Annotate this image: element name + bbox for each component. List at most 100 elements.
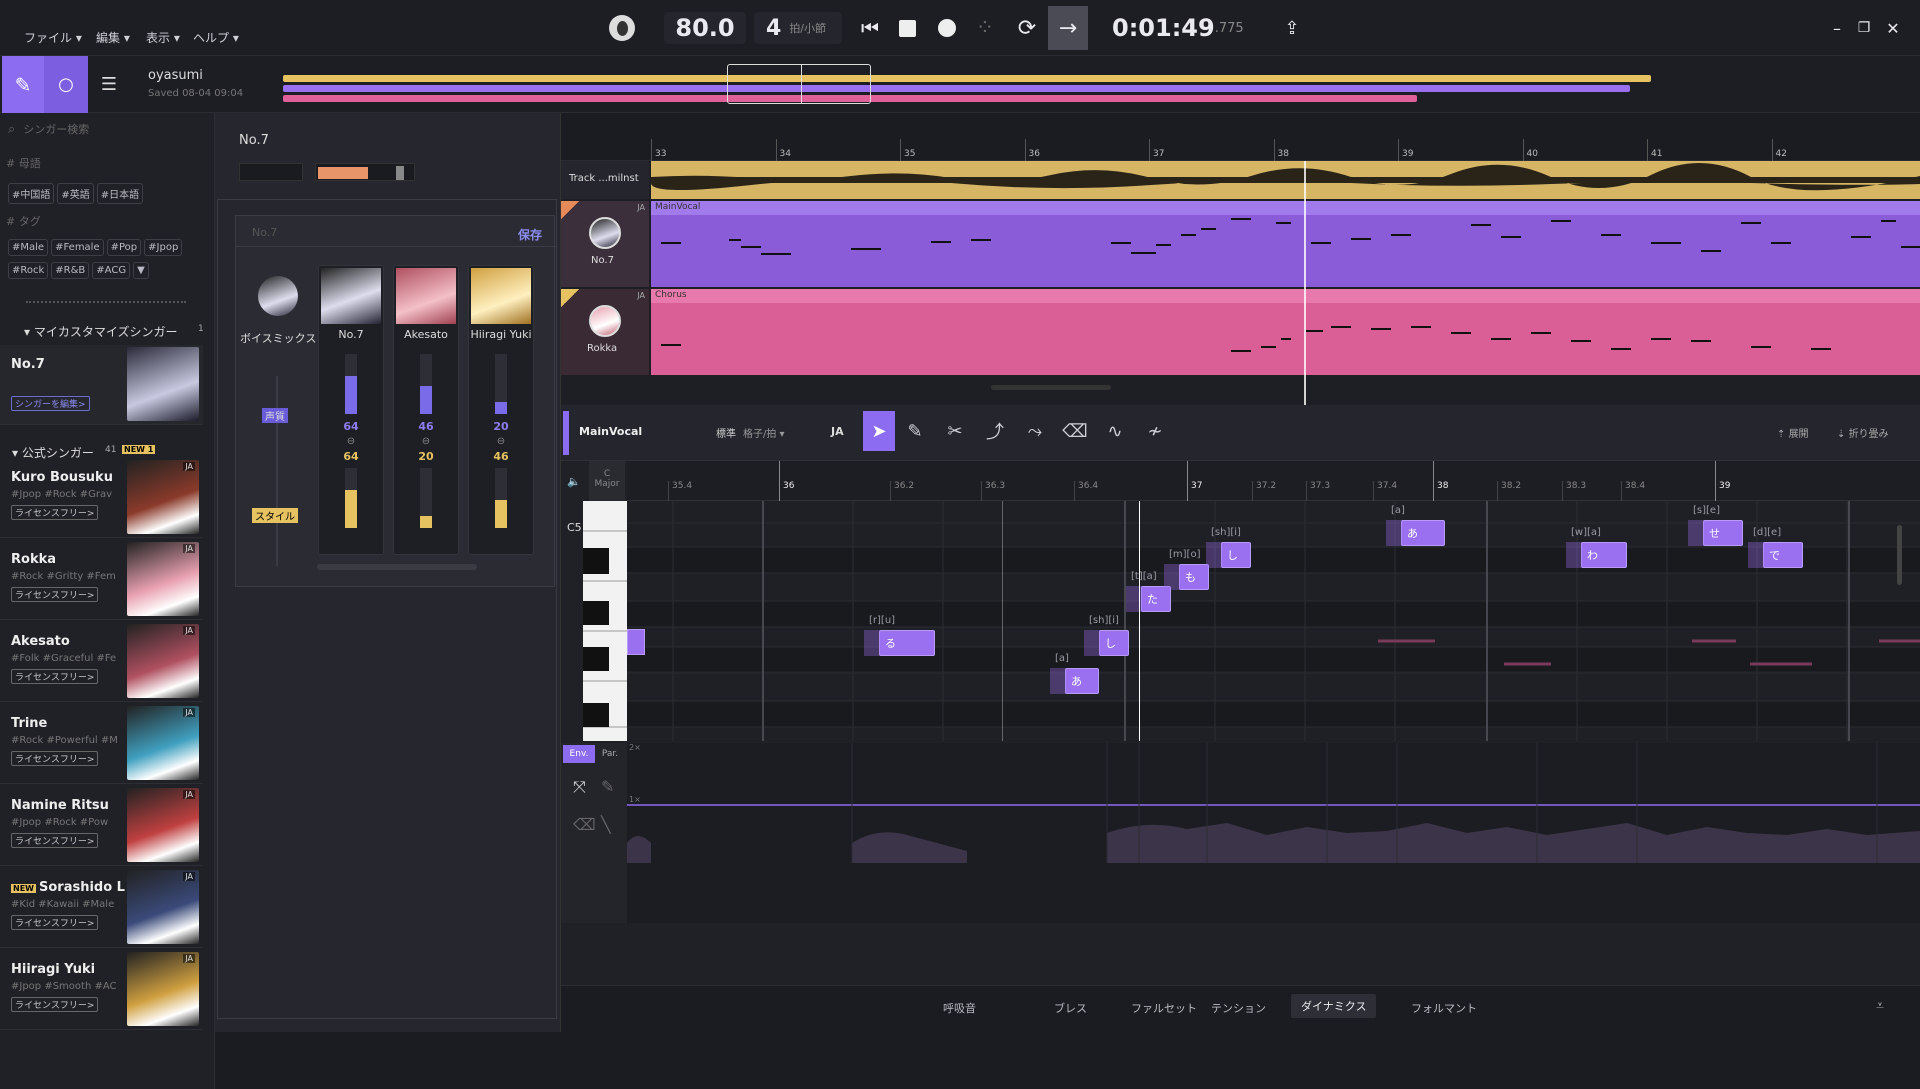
beat-ruler[interactable]: 35.4 36 36.2 36.3 36.4 37 37.2 37.3 37.4 38 38.2 38… [627,461,1920,501]
pencil-tool-icon[interactable]: ✎ [899,411,931,451]
lang-tag[interactable]: #中国語 [8,183,55,204]
tag-chip[interactable]: #Male [8,239,49,256]
custom-singer-item[interactable]: No.7 シンガーを編集> [0,345,203,425]
note[interactable]: し [1206,542,1251,568]
vibrato-icon[interactable]: ∿ [1099,411,1131,451]
key-signature[interactable]: C Major [589,461,625,501]
skip-back-icon[interactable]: ⏮ [856,12,884,44]
mixer-scrollbar[interactable] [317,564,477,570]
h-scrollbar[interactable] [991,385,1111,390]
note[interactable]: る [864,630,935,656]
singer-item[interactable]: NEW Sorashido L #Kid #Kawaii #Male ライセンスフ… [0,868,203,948]
tag-chip[interactable]: #R&B [51,262,90,279]
mix-column[interactable]: Hiiragi Yuki 20 ⊖ 46 [468,265,534,555]
note-partial[interactable] [627,629,645,655]
note[interactable]: し [1084,630,1129,656]
vocal-track-header[interactable]: JA No.7 [561,201,649,287]
count-in-icon[interactable]: ⁘ [970,12,1000,44]
license-link[interactable]: ライセンスフリー> [11,505,99,520]
follow-playhead-icon[interactable]: → [1048,6,1088,50]
v-scrollbar[interactable] [1897,525,1902,585]
param-tab[interactable]: ダイナミクス [1291,994,1377,1018]
voice-slider[interactable] [345,354,357,414]
custom-singers-header[interactable]: ▾ マイカスタマイズシンガー [24,323,177,340]
param-tab[interactable]: ブレス [1054,1000,1087,1016]
bar-ruler[interactable]: 33 34 35 36 37 38 39 40 41 42 [561,113,1920,161]
style-slider[interactable] [495,468,507,528]
tag-chip[interactable]: #Rock [8,262,49,279]
note-grid[interactable]: [r][u] る [a] あ [sh][i] し [t][a] た [m][o] も [sh][i]… [627,501,1920,741]
mainvocal-region[interactable]: MainVocal [651,201,1920,287]
param-tab[interactable]: 呼吸音 [943,1000,976,1016]
singer-search[interactable]: ⌕ シンガー検索 [8,119,208,139]
license-link[interactable]: ライセンスフリー> [11,997,99,1012]
singer-item[interactable]: Kuro Bousuku #Jpop #Rock #Grav ライセンスフリー>… [0,458,203,538]
lang-select[interactable]: JA [831,425,844,438]
settings-sliders-icon[interactable]: ☰ [92,56,126,113]
menu-file[interactable]: ファイル ▾ [24,29,82,46]
menu-view[interactable]: 表示 ▾ [146,29,180,46]
metronome-icon[interactable] [606,12,638,44]
expand-button[interactable]: ⇡ 展開 [1777,425,1809,440]
license-link[interactable]: ライセンスフリー> [11,833,99,848]
audio-track-header[interactable]: Track ...milnst [561,161,649,199]
par-tab[interactable]: Par. [595,745,625,763]
pitch-curve-icon[interactable]: ⤴ [979,411,1011,451]
param-tab[interactable]: テンション [1211,1000,1266,1016]
audio-region[interactable] [651,161,1920,199]
save-button[interactable]: 保存 [518,226,542,243]
restore-icon[interactable]: ❐ [1853,12,1875,44]
grid-select[interactable]: 格子/拍 ▾ [743,425,785,440]
param-tab[interactable]: ファルセット [1131,1000,1197,1016]
env-line-icon[interactable]: ╲ [601,815,611,834]
overview-viewport[interactable] [727,64,871,104]
minimize-icon[interactable]: – [1826,12,1848,44]
license-link[interactable]: ライセンスフリー> [11,751,99,766]
chorus-region[interactable]: Chorus [651,289,1920,375]
link-icon[interactable]: ⊖ [469,436,533,447]
tag-chip[interactable]: #ACG [92,262,131,279]
menu-help[interactable]: ヘルプ ▾ [193,29,239,46]
singer-item[interactable]: Namine Ritsu #Jpop #Rock #Pow ライセンスフリー> … [0,786,203,866]
search-singer-icon[interactable]: ○ [44,56,88,113]
tag-chip[interactable]: #Pop [106,239,142,256]
note[interactable]: で [1748,542,1803,568]
param-tab[interactable]: フォルマント [1411,1000,1477,1016]
fold-button[interactable]: ⇣ 折り畳み [1837,425,1889,440]
style-slider[interactable] [420,468,432,528]
mix-column[interactable]: Akesato 46 ⊖ 20 [393,265,459,555]
pitch-eraser-icon[interactable]: ⌫ [1059,411,1091,451]
singer-item[interactable]: Akesato #Folk #Graceful #Fe ライセンスフリー> JA [0,622,203,702]
singer-tool-icon[interactable]: ✎ [2,56,44,113]
voice-slider[interactable] [495,354,507,414]
tag-chip[interactable]: #Jpop [144,239,183,256]
select-tool-icon[interactable]: ➤ [863,411,895,451]
note[interactable]: わ [1566,542,1627,568]
pitch-smooth-icon[interactable]: ≁ [1139,411,1171,451]
tags-expand-icon[interactable]: ▼ [133,262,149,279]
pitch-pen-icon[interactable]: ⤳ [1019,411,1051,451]
tempo-display[interactable]: 80.0 [664,12,746,44]
tag-chip[interactable]: #Female [51,239,104,256]
license-link[interactable]: ライセンスフリー> [11,915,99,930]
loop-icon[interactable]: ⟳ [1011,12,1043,44]
note[interactable]: あ [1386,520,1445,546]
lang-tag[interactable]: #英語 [57,183,94,204]
export-icon[interactable]: ⇪ [1278,12,1306,44]
note[interactable]: せ [1688,520,1743,546]
scissors-tool-icon[interactable]: ✂ [939,411,971,451]
link-icon[interactable]: ⊖ [319,436,383,447]
env-erase-icon[interactable]: ⌫ [573,815,596,834]
search-input[interactable]: シンガー検索 [23,121,89,137]
close-icon[interactable]: ✕ [1882,12,1904,44]
style-slider[interactable] [345,468,357,528]
singer-item[interactable]: Trine #Rock #Powerful #M ライセンスフリー> JA [0,704,203,784]
time-signature[interactable]: 4 拍/小節 [754,12,842,44]
envelope-area[interactable]: 2× 1× 0× [627,743,1920,923]
chorus-track-header[interactable]: JA Rokka [561,289,649,375]
singer-item[interactable]: Hiiragi Yuki #Jpop #Smooth #AC ライセンスフリー>… [0,950,203,1030]
record-icon[interactable] [933,12,961,44]
collapse-icon[interactable]: ⩡ [1876,998,1884,1014]
lang-tag[interactable]: #日本語 [96,183,144,204]
link-icon[interactable]: ⊖ [394,436,458,447]
